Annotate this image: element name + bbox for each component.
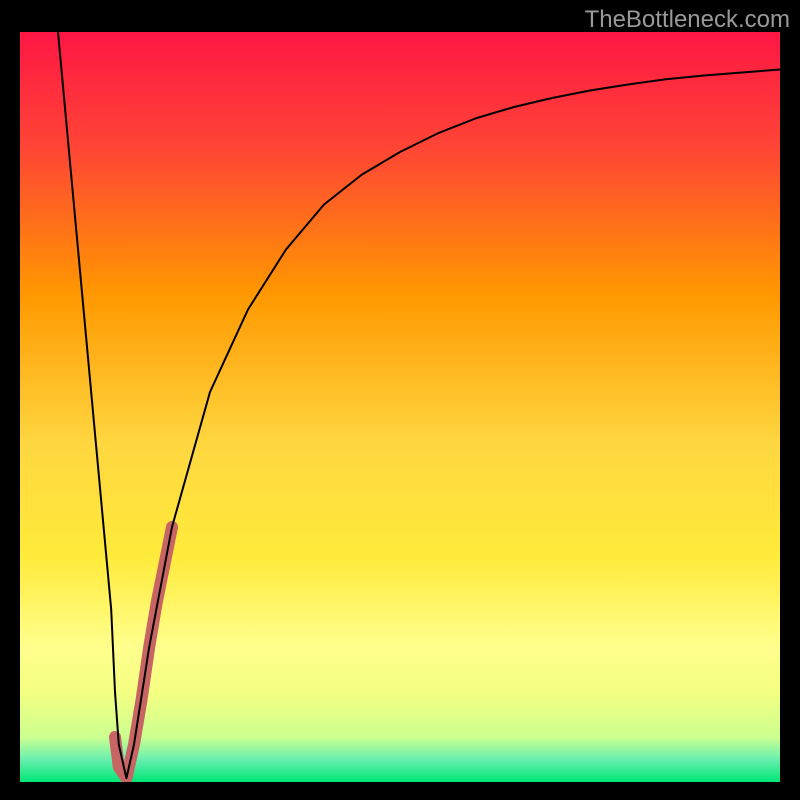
watermark-text: TheBottleneck.com [585, 6, 790, 34]
curves-layer [20, 32, 780, 782]
main-curve [58, 32, 780, 778]
plot-area [20, 32, 780, 782]
chart-container: TheBottleneck.com [0, 0, 800, 800]
highlight-segment [115, 527, 172, 778]
